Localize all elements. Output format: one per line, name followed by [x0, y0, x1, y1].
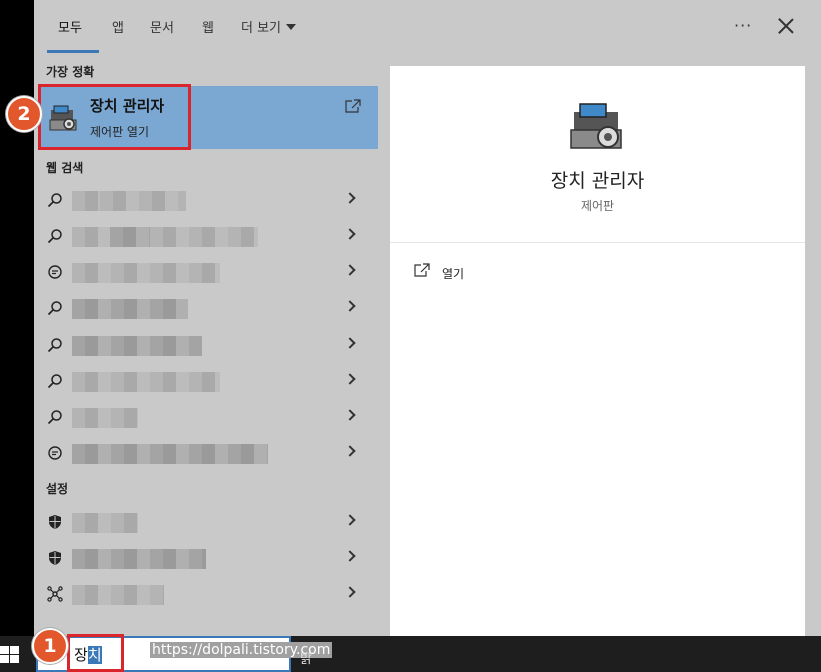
chevron-down-icon: [286, 24, 297, 30]
tab-active-indicator: [47, 50, 99, 53]
chevron-right-icon[interactable]: [344, 586, 356, 598]
search-icon: [47, 301, 62, 316]
section-title-settings: 설정: [46, 482, 69, 496]
redacted-text: [72, 585, 164, 605]
tab-documents[interactable]: 문서: [150, 20, 174, 38]
chevron-right-icon[interactable]: [344, 337, 356, 349]
open-external-icon[interactable]: [344, 98, 362, 114]
redacted-text: [110, 227, 150, 247]
tab-web[interactable]: 웹: [202, 20, 214, 38]
redacted-text: [72, 299, 188, 319]
device-manager-icon: [570, 103, 622, 149]
chevron-right-icon[interactable]: [344, 300, 356, 312]
list-item[interactable]: [34, 399, 378, 435]
windows-start-icon[interactable]: [0, 646, 20, 664]
chevron-right-icon[interactable]: [344, 409, 356, 421]
highlight-box-best-match: [38, 84, 191, 150]
preview-subtitle: 제어판: [580, 199, 615, 213]
redacted-text: [72, 191, 100, 211]
chat-bubble-icon: [48, 265, 62, 279]
more-options-button[interactable]: ···: [734, 16, 752, 35]
search-icon: [47, 338, 62, 353]
list-item[interactable]: [34, 435, 378, 471]
tab-more-label: 더 보기: [241, 21, 282, 36]
tab-apps[interactable]: 앱: [112, 20, 124, 38]
chat-bubble-icon: [48, 446, 62, 460]
shield-icon: [49, 515, 61, 529]
divider: [390, 242, 805, 243]
list-item[interactable]: [34, 218, 378, 254]
chevron-right-icon[interactable]: [344, 445, 356, 457]
list-item[interactable]: [34, 327, 378, 363]
chevron-right-icon[interactable]: [344, 550, 356, 562]
search-icon: [47, 410, 62, 425]
network-icon: [47, 586, 63, 602]
open-icon[interactable]: [414, 263, 430, 277]
redacted-text: [72, 444, 268, 464]
highlight-box-search: [67, 634, 124, 672]
search-panel: 모두 앱 문서 웹 더 보기 ··· 가장 정확 장치 관리자 제어판 열기 웹…: [34, 0, 821, 672]
section-title-best-match: 가장 정확: [46, 65, 95, 79]
step-badge-2: 2: [6, 96, 42, 132]
list-item[interactable]: [34, 182, 378, 218]
section-title-web-search: 웹 검색: [46, 161, 84, 175]
chevron-right-icon[interactable]: [344, 373, 356, 385]
list-item[interactable]: [34, 576, 378, 612]
shield-icon: [49, 551, 61, 565]
tab-bar: 모두 앱 문서 웹 더 보기 ···: [34, 0, 821, 56]
tab-more[interactable]: 더 보기: [241, 20, 297, 38]
chevron-right-icon[interactable]: [344, 514, 356, 526]
open-action[interactable]: 열기: [442, 265, 464, 282]
redacted-text: [150, 227, 258, 247]
redacted-text: [72, 549, 206, 569]
redacted-text: [72, 263, 220, 283]
step-badge-1: 1: [32, 628, 68, 664]
chevron-right-icon[interactable]: [344, 228, 356, 240]
tab-all[interactable]: 모두: [58, 20, 82, 38]
list-item[interactable]: [34, 363, 378, 399]
search-icon: [47, 229, 62, 244]
list-item[interactable]: [34, 504, 378, 540]
list-item[interactable]: [34, 290, 378, 326]
redacted-text: [72, 513, 138, 533]
redacted-text: [72, 336, 202, 356]
list-item[interactable]: [34, 254, 378, 290]
search-icon: [47, 193, 62, 208]
preview-title: 장치 관리자: [550, 170, 645, 192]
redacted-text: [100, 191, 186, 211]
preview-pane: 장치 관리자 제어판 열기: [390, 66, 805, 636]
close-icon[interactable]: [776, 16, 796, 36]
chevron-right-icon[interactable]: [344, 264, 356, 276]
search-icon: [47, 374, 62, 389]
redacted-text: [72, 372, 220, 392]
taskbar-glyph: 밝: [300, 652, 312, 667]
list-item[interactable]: [34, 540, 378, 576]
redacted-text: [72, 408, 138, 428]
chevron-right-icon[interactable]: [344, 192, 356, 204]
